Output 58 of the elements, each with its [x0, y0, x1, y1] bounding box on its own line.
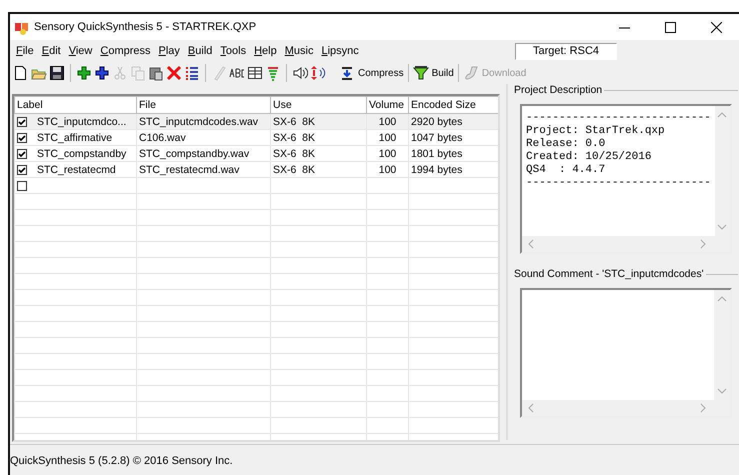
target-field: Target: RSC4 [515, 42, 617, 60]
menu-item[interactable]: Play [154, 45, 184, 57]
table-cell: SX-6 8K [270, 162, 366, 178]
checkbox[interactable] [17, 164, 27, 175]
menu-item[interactable]: File [12, 45, 38, 57]
toolbar-button[interactable]: Build [410, 65, 456, 81]
list-icon[interactable] [184, 65, 200, 81]
plus-icon[interactable] [76, 65, 92, 81]
checkbox[interactable] [17, 116, 27, 127]
funnel-icon [412, 65, 429, 81]
table-cell: STC_compstandby [37, 148, 126, 160]
status-bar: QuickSynthesis 5 (5.2.8) © 2016 Sensory Inc. [10, 444, 739, 467]
window-title: Sensory QuickSynthesis 5 - STARTREK.QXP [34, 21, 256, 33]
table-cell: 2920 bytes [408, 114, 498, 130]
table-cell: SX-6 8K [270, 130, 366, 146]
menu-item[interactable]: View [64, 45, 96, 57]
menu-item[interactable]: Help [250, 45, 281, 57]
menu-item[interactable]: Lipsync [317, 45, 363, 57]
table-icon[interactable] [247, 65, 263, 81]
menu-item[interactable]: Compress [96, 45, 155, 57]
table-cell: C106.wav [136, 130, 270, 146]
checkbox[interactable] [17, 148, 27, 159]
paste-icon[interactable] [148, 65, 164, 81]
group-title: Sound Comment - 'STC_inputcmdcodes' [513, 268, 705, 280]
download-arrow-icon [339, 65, 355, 81]
checkbox[interactable] [17, 132, 27, 143]
maximize-icon [664, 22, 676, 32]
speaker-arrows-icon[interactable] [310, 65, 326, 81]
table-cell: STC_inputcmdco... [37, 116, 126, 128]
delete-icon[interactable] [166, 65, 182, 81]
table-cell: 100 [366, 162, 408, 178]
table-cell: STC_restatecmd.wav [136, 162, 270, 178]
table-cell: STC_affirmative [37, 132, 112, 144]
table-cell: SX-6 8K [270, 146, 366, 162]
toolbar-button[interactable]: Compress [337, 65, 406, 81]
group-title: Project Description [513, 84, 604, 96]
menu-item[interactable]: Music [280, 45, 318, 57]
column-header[interactable]: File [136, 96, 270, 114]
checkbox[interactable] [17, 180, 27, 191]
menu-item[interactable]: Build [184, 45, 216, 57]
column-header[interactable]: Use [270, 96, 366, 114]
speaker-icon[interactable] [292, 65, 308, 81]
new-document-icon[interactable] [13, 65, 29, 81]
table-cell: SX-6 8K [270, 114, 366, 130]
column-header[interactable]: Volume [366, 96, 408, 114]
table-cell: 100 [366, 130, 408, 146]
close-icon [710, 22, 722, 32]
menu-item[interactable]: Edit [38, 45, 65, 57]
table-cell: STC_inputcmdcodes.wav [136, 114, 270, 130]
column-header[interactable]: Label [14, 96, 136, 114]
table-cell: STC_compstandby.wav [136, 146, 270, 162]
table-cell: STC_restatecmd [37, 164, 116, 176]
plus-icon[interactable] [94, 65, 110, 81]
bars-icon[interactable] [265, 65, 281, 81]
column-header[interactable]: Encoded Size [408, 96, 498, 114]
menu-item[interactable]: Tools [216, 45, 250, 57]
table-cell: 100 [366, 146, 408, 162]
table-cell: 100 [366, 114, 408, 130]
